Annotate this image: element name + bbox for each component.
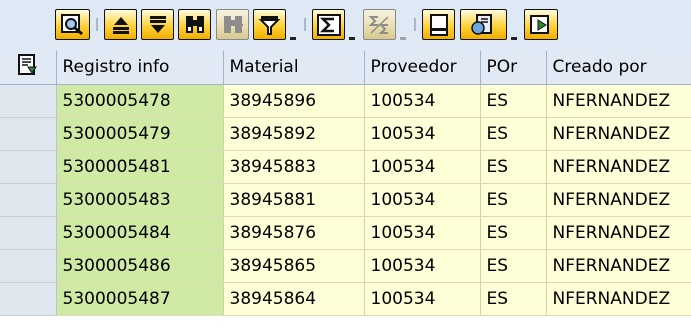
cell-material[interactable]: 38945883 [223,150,365,184]
table-row[interactable]: 5300005479 38945892 100534 ES NFERNANDEZ [0,117,691,151]
cell-creado-por[interactable]: NFERNANDEZ [546,249,691,283]
sort-descending-icon [147,15,169,35]
toolbar-separator [96,18,98,31]
row-selector[interactable] [0,150,57,184]
binoculars-next-icon [221,14,245,36]
cell-por[interactable]: ES [480,216,547,250]
export-icon [469,13,499,37]
cell-por[interactable]: ES [480,282,547,316]
cell-registro-info[interactable]: 5300005479 [56,117,224,151]
row-selector[interactable] [0,183,57,217]
print-preview-button[interactable] [422,9,455,40]
select-all-button[interactable] [0,51,57,85]
row-selector[interactable] [0,216,57,250]
cell-por[interactable]: ES [480,84,547,118]
row-selector[interactable] [0,282,57,316]
column-header-por[interactable]: POr [480,51,547,85]
column-header-proveedor[interactable]: Proveedor [364,51,481,85]
find-button[interactable] [178,9,211,40]
total-dropdown[interactable] [346,31,358,40]
funnel-icon [258,14,282,36]
cell-proveedor[interactable]: 100534 [364,282,481,316]
cell-creado-por[interactable]: NFERNANDEZ [546,150,691,184]
layout-button[interactable] [524,9,558,40]
cell-proveedor[interactable]: 100534 [364,249,481,283]
cell-material[interactable]: 38945876 [223,216,365,250]
cell-material[interactable]: 38945896 [223,84,365,118]
cell-material[interactable]: 38945865 [223,249,365,283]
cell-por[interactable]: ES [480,117,547,151]
cell-creado-por[interactable]: NFERNANDEZ [546,183,691,217]
header-row: Registro info Material Proveedor POr Cre… [0,51,691,85]
cell-registro-info[interactable]: 5300005481 [56,150,224,184]
cell-por[interactable]: ES [480,150,547,184]
alv-toolbar [0,0,691,51]
chevron-down-icon [400,37,406,40]
cell-proveedor[interactable]: 100534 [364,150,481,184]
chevron-down-icon [290,37,296,40]
select-all-icon [17,53,39,81]
cell-proveedor[interactable]: 100534 [364,216,481,250]
subtotal-icon [368,14,392,36]
column-header-material[interactable]: Material [223,51,365,85]
cell-por[interactable]: ES [480,183,547,217]
filter-button[interactable] [253,9,286,40]
magnifier-icon [60,13,85,36]
details-button[interactable] [55,9,90,40]
cell-material[interactable]: 38945881 [223,183,365,217]
cell-proveedor[interactable]: 100534 [364,183,481,217]
row-selector[interactable] [0,117,57,151]
cell-proveedor[interactable]: 100534 [364,117,481,151]
chevron-down-icon [349,37,355,40]
cell-creado-por[interactable]: NFERNANDEZ [546,117,691,151]
export-button[interactable] [460,9,507,40]
cell-creado-por[interactable]: NFERNANDEZ [546,282,691,316]
table-row[interactable]: 5300005478 38945896 100534 ES NFERNANDEZ [0,84,691,118]
toolbar-separator [304,18,306,31]
subtotal-button[interactable] [363,9,396,40]
toolbar-separator [414,18,416,31]
cell-registro-info[interactable]: 5300005486 [56,249,224,283]
sort-ascending-icon [110,15,132,35]
results-grid: Registro info Material Proveedor POr Cre… [0,51,691,316]
cell-registro-info[interactable]: 5300005483 [56,183,224,217]
find-next-button[interactable] [216,9,249,40]
cell-material[interactable]: 38945864 [223,282,365,316]
column-header-registro-info[interactable]: Registro info [56,51,224,85]
table-row[interactable]: 5300005483 38945881 100534 ES NFERNANDEZ [0,183,691,217]
column-header-creado-por[interactable]: Creado por [546,51,691,85]
cell-material[interactable]: 38945892 [223,117,365,151]
chevron-down-icon [511,37,517,40]
cell-creado-por[interactable]: NFERNANDEZ [546,84,691,118]
cell-registro-info[interactable]: 5300005487 [56,282,224,316]
filter-dropdown[interactable] [287,31,299,40]
sigma-icon [316,13,341,36]
print-preview-icon [428,13,450,36]
binoculars-icon [183,14,207,36]
export-dropdown[interactable] [508,31,520,40]
cell-por[interactable]: ES [480,249,547,283]
cell-proveedor[interactable]: 100534 [364,84,481,118]
table-row[interactable]: 5300005484 38945876 100534 ES NFERNANDEZ [0,216,691,250]
layout-icon [529,14,553,36]
cell-registro-info[interactable]: 5300005484 [56,216,224,250]
cell-creado-por[interactable]: NFERNANDEZ [546,216,691,250]
table-row[interactable]: 5300005486 38945865 100534 ES NFERNANDEZ [0,249,691,283]
row-selector[interactable] [0,84,57,118]
sort-descending-button[interactable] [141,9,174,40]
subtotal-dropdown[interactable] [397,31,409,40]
cell-registro-info[interactable]: 5300005478 [56,84,224,118]
table-row[interactable]: 5300005481 38945883 100534 ES NFERNANDEZ [0,150,691,184]
sort-ascending-button[interactable] [104,9,137,40]
table-row[interactable]: 5300005487 38945864 100534 ES NFERNANDEZ [0,282,691,316]
row-selector[interactable] [0,249,57,283]
total-button[interactable] [312,9,345,40]
